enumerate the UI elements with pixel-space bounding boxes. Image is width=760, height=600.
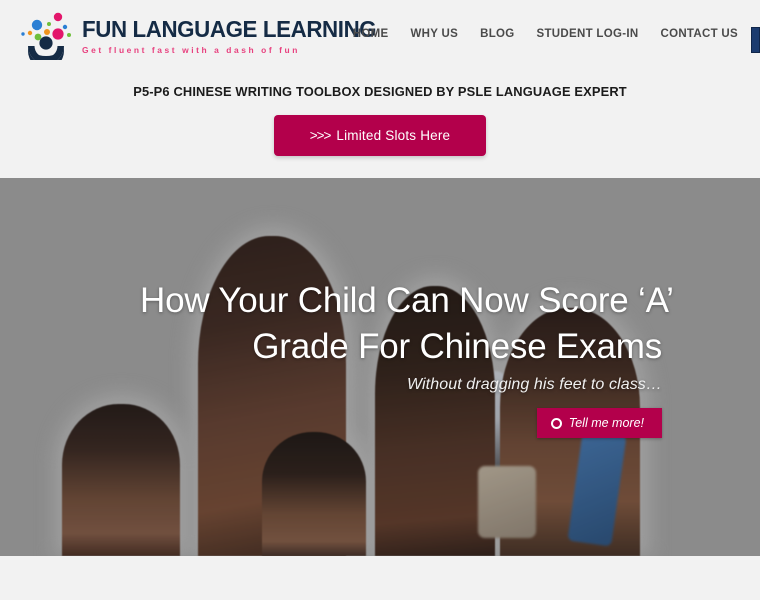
- chevron-right-icon: >>>: [309, 128, 332, 143]
- hero-heading-line-2: Grade For Chinese Exams: [252, 327, 662, 366]
- promo-headline: P5-P6 CHINESE WRITING TOOLBOX DESIGNED B…: [133, 84, 627, 99]
- site-header: FUN LANGUAGE LEARNING Get fluent fast wi…: [0, 0, 760, 70]
- nav-item-home[interactable]: HOME: [353, 28, 389, 40]
- hero-heading-line-1: How Your Child Can Now Score ‘A’: [140, 281, 674, 320]
- hero-section: How Your Child Can Now Score ‘A’ Grade F…: [0, 178, 760, 556]
- nav-item-student-login[interactable]: STUDENT LOG-IN: [537, 28, 639, 40]
- nav-edge-button[interactable]: [751, 27, 760, 53]
- logo-tagline: Get fluent fast with a dash of fun: [82, 44, 300, 55]
- hero-copy: How Your Child Can Now Score ‘A’ Grade F…: [0, 278, 760, 438]
- below-fold-section: [0, 556, 760, 600]
- nav-item-contact-us[interactable]: CONTACT US: [660, 28, 738, 40]
- promo-banner: P5-P6 CHINESE WRITING TOOLBOX DESIGNED B…: [0, 70, 760, 178]
- tell-me-more-button-label: Tell me more!: [568, 416, 644, 430]
- limited-slots-button-label: Limited Slots Here: [336, 128, 451, 143]
- logo-title: FUN LANGUAGE LEARNING: [82, 15, 377, 42]
- nav-item-why-us[interactable]: WHY US: [411, 28, 459, 40]
- main-navigation: HOME WHY US BLOG STUDENT LOG-IN CONTACT …: [353, 28, 738, 40]
- fun-language-learning-logo-mark: [18, 10, 74, 60]
- hero-subheading: Without dragging his feet to class…: [406, 376, 662, 393]
- nav-item-blog[interactable]: BLOG: [480, 28, 514, 40]
- circle-plus-icon: [550, 417, 562, 429]
- site-logo[interactable]: FUN LANGUAGE LEARNING Get fluent fast wi…: [18, 10, 385, 60]
- limited-slots-button[interactable]: >>> Limited Slots Here: [273, 115, 487, 156]
- hero-cta-row: Tell me more!: [140, 408, 662, 438]
- tell-me-more-button[interactable]: Tell me more!: [536, 408, 662, 438]
- logo-wordmark: FUN LANGUAGE LEARNING Get fluent fast wi…: [82, 16, 385, 55]
